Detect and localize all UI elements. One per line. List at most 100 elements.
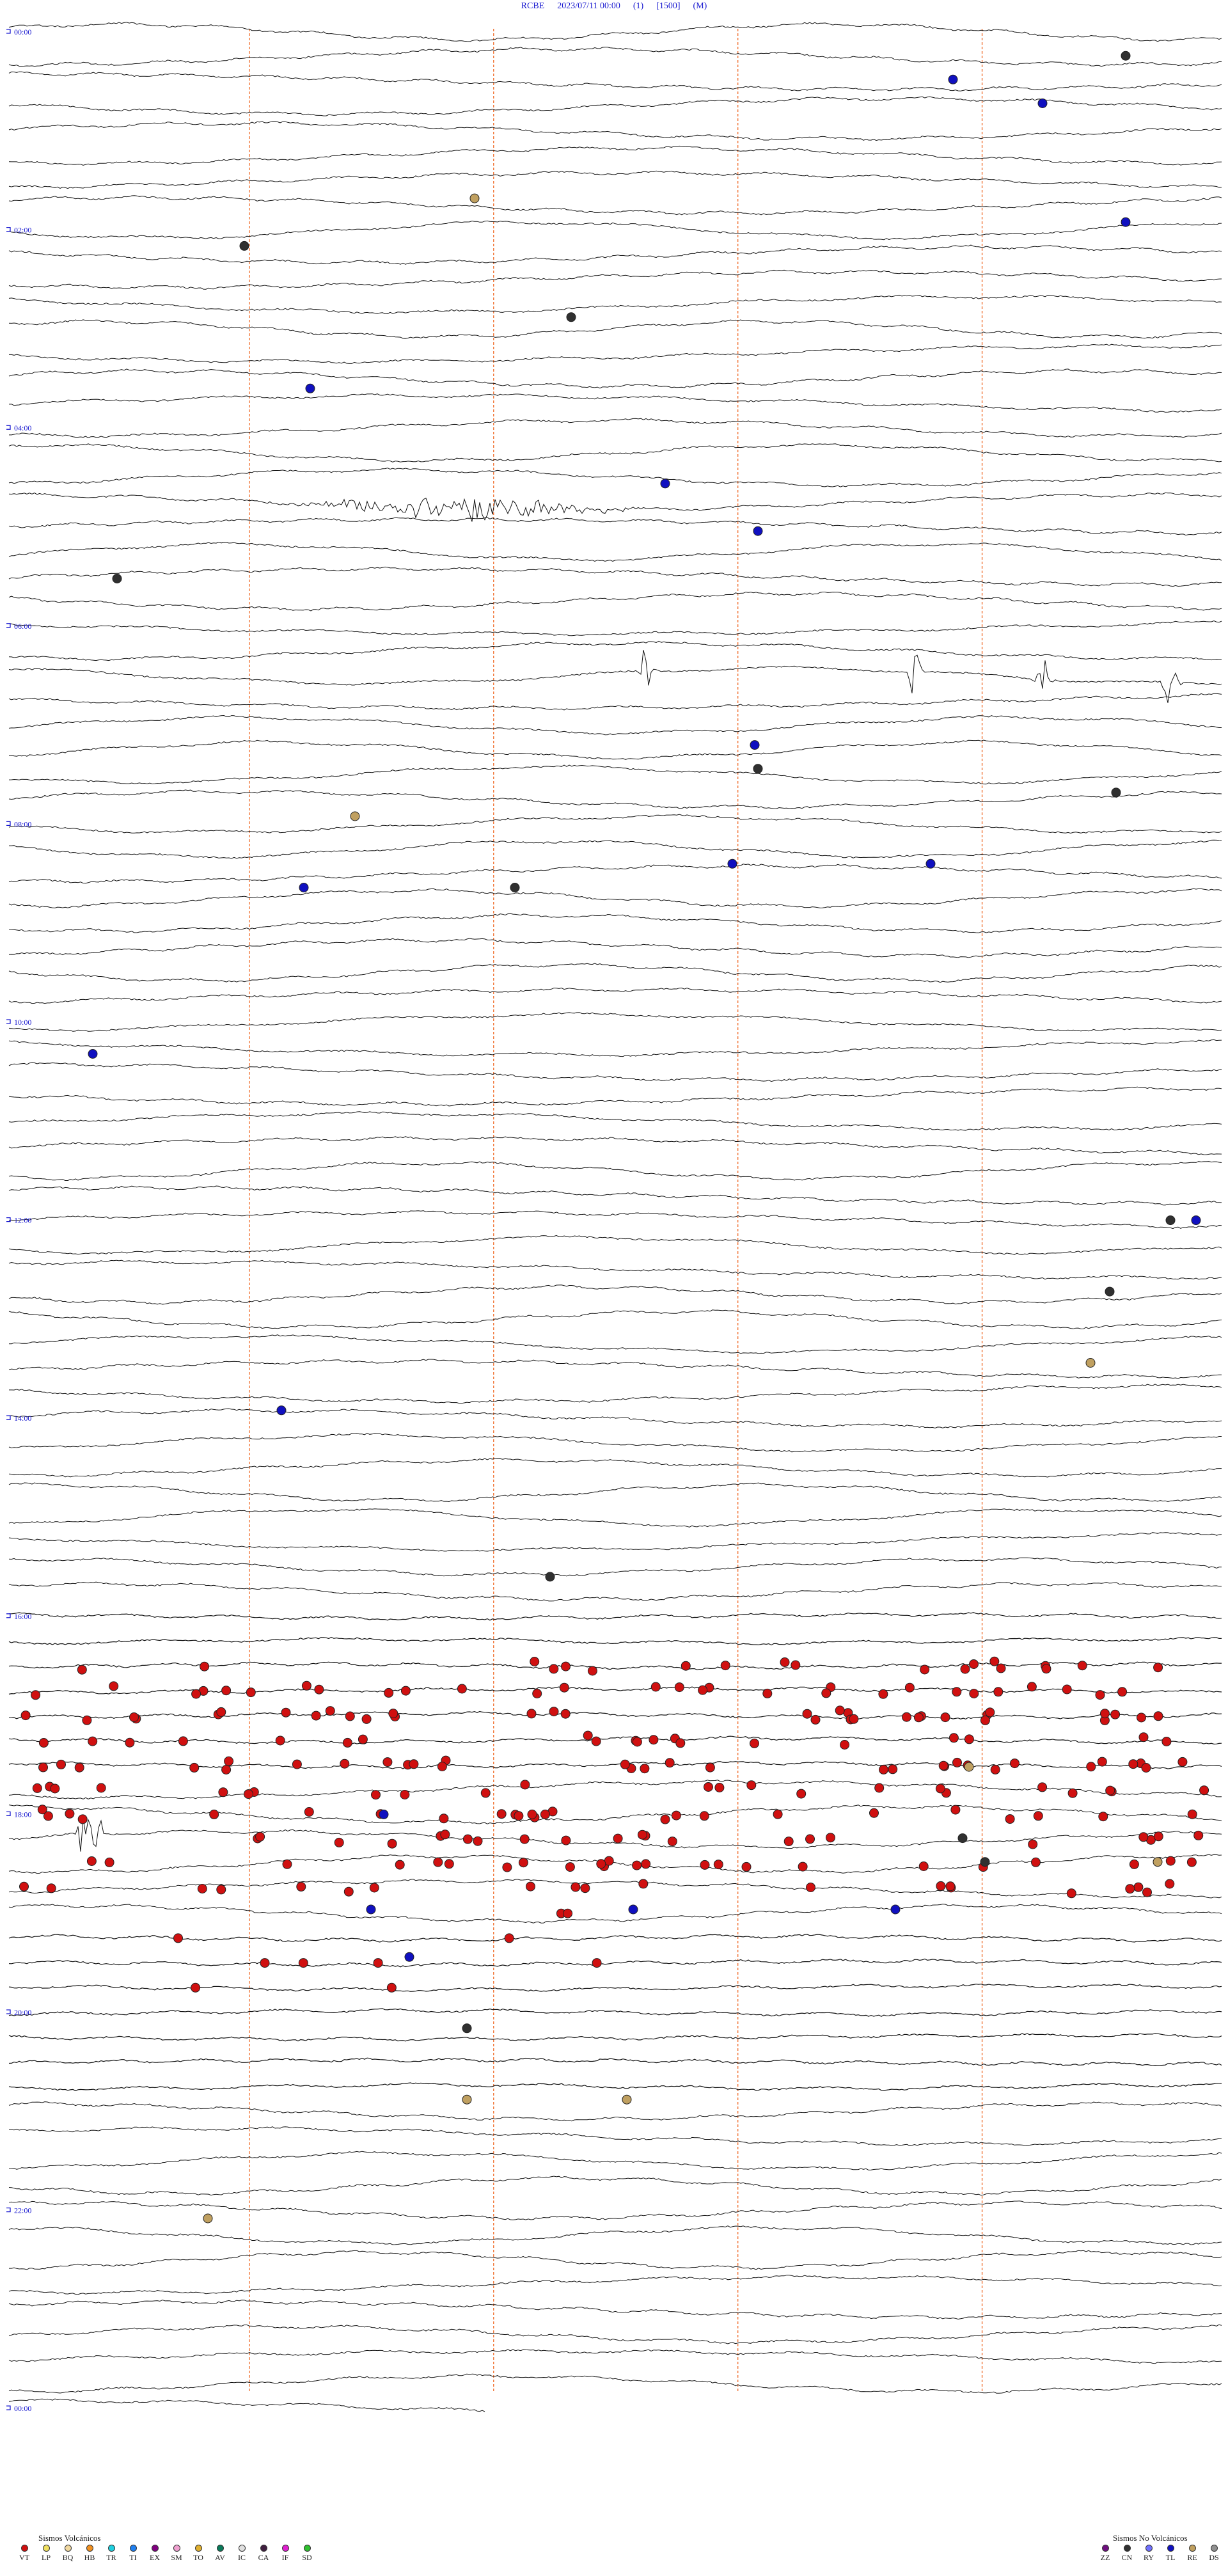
hour-tick bbox=[6, 821, 11, 826]
vt-event-marker bbox=[409, 1759, 419, 1769]
vt-event-marker bbox=[1010, 1758, 1019, 1769]
seismic-trace bbox=[8, 814, 1222, 834]
legend-item-ca: CA bbox=[255, 2545, 272, 2563]
vt-event-marker bbox=[1031, 1857, 1041, 1867]
tl-event-marker bbox=[890, 1904, 901, 1915]
seismic-trace bbox=[8, 2126, 1222, 2146]
vt-event-marker bbox=[580, 1883, 590, 1893]
vt-event-marker bbox=[1187, 1809, 1197, 1819]
hour-label: 02:00 bbox=[14, 226, 31, 235]
seismic-trace bbox=[8, 1879, 1222, 1899]
vt-event-marker bbox=[473, 1836, 483, 1846]
vt-event-marker bbox=[373, 1958, 383, 1968]
seismic-trace bbox=[8, 1735, 1222, 1745]
re-event-marker bbox=[964, 1762, 974, 1772]
vt-event-marker bbox=[640, 1764, 650, 1774]
hour-tick bbox=[6, 2405, 11, 2410]
vt-event-marker bbox=[395, 1860, 405, 1870]
vt-event-marker bbox=[369, 1883, 379, 1893]
tl-event-marker bbox=[925, 858, 936, 869]
vt-event-marker bbox=[720, 1661, 730, 1671]
vt-event-marker bbox=[197, 1884, 207, 1893]
vt-event-marker bbox=[791, 1660, 801, 1670]
seismic-trace bbox=[8, 1686, 1222, 1695]
vt-event-marker bbox=[480, 1788, 491, 1798]
vt-event-marker bbox=[1153, 1831, 1163, 1842]
hour-tick bbox=[6, 2207, 11, 2213]
legend-code: DS bbox=[1209, 2553, 1219, 2562]
vt-event-marker bbox=[1095, 1690, 1105, 1700]
seismic-trace bbox=[9, 344, 1222, 364]
vt-event-marker bbox=[667, 1837, 677, 1847]
tl-event-marker bbox=[1191, 1215, 1201, 1226]
vt-event-marker bbox=[549, 1707, 559, 1717]
seismic-trace bbox=[8, 1359, 1222, 1379]
vt-event-marker bbox=[275, 1735, 285, 1746]
seismic-trace bbox=[8, 170, 1222, 189]
vt-event-marker bbox=[671, 1810, 681, 1821]
vt-event-marker bbox=[384, 1687, 394, 1698]
hour-tick bbox=[6, 1217, 11, 1222]
vt-event-marker bbox=[805, 1834, 815, 1844]
vt-event-marker bbox=[591, 1736, 601, 1746]
vt-event-marker bbox=[1066, 1888, 1076, 1899]
vt-event-marker bbox=[746, 1780, 757, 1790]
vt-event-marker bbox=[632, 1860, 642, 1870]
tl-event-marker bbox=[628, 1904, 638, 1915]
seismic-trace bbox=[8, 987, 1222, 1004]
legend-swatch bbox=[238, 2545, 246, 2552]
vt-event-marker bbox=[1193, 1830, 1204, 1840]
vt-event-marker bbox=[244, 1789, 253, 1799]
seismic-trace bbox=[9, 418, 1222, 439]
seismic-trace bbox=[8, 1532, 1222, 1552]
legend-swatch bbox=[173, 2545, 180, 2552]
legend-swatch bbox=[129, 2545, 137, 2552]
hour-label: 14:00 bbox=[14, 1414, 31, 1423]
vt-event-marker bbox=[945, 1881, 956, 1892]
vt-event-marker bbox=[888, 1764, 898, 1774]
vt-event-marker bbox=[1165, 1879, 1175, 1889]
hour-label: 06:00 bbox=[14, 622, 31, 631]
seismic-trace bbox=[8, 1062, 1222, 1082]
vt-event-marker bbox=[311, 1711, 321, 1721]
vt-event-marker bbox=[1097, 1757, 1107, 1767]
seismic-trace bbox=[8, 244, 1222, 265]
legend-swatch bbox=[194, 2545, 202, 2552]
tl-event-marker bbox=[750, 740, 760, 750]
vt-event-marker bbox=[65, 1808, 75, 1819]
seismic-trace bbox=[8, 2349, 1222, 2364]
legend-item-vt: VT bbox=[15, 2545, 33, 2563]
cn-event-marker bbox=[980, 1857, 990, 1867]
vt-event-marker bbox=[561, 1661, 571, 1671]
vt-event-marker bbox=[1110, 1709, 1121, 1719]
seismic-trace bbox=[8, 443, 1222, 462]
seismic-trace bbox=[8, 1210, 1222, 1229]
vt-event-marker bbox=[437, 1762, 447, 1771]
vt-event-marker bbox=[561, 1835, 571, 1845]
vt-event-marker bbox=[1138, 1832, 1149, 1842]
vt-event-marker bbox=[583, 1730, 593, 1741]
vt-event-marker bbox=[216, 1885, 226, 1895]
re-event-marker bbox=[1153, 1857, 1163, 1867]
vt-event-marker bbox=[1137, 1712, 1146, 1723]
vt-event-marker bbox=[674, 1682, 684, 1693]
event-markers bbox=[19, 51, 1209, 2224]
tl-event-marker bbox=[1037, 99, 1048, 108]
re-event-marker bbox=[469, 193, 480, 203]
vt-event-marker bbox=[950, 1805, 961, 1815]
seismic-trace bbox=[8, 1934, 1222, 1943]
vt-event-marker bbox=[56, 1759, 66, 1769]
vt-event-marker bbox=[826, 1833, 835, 1843]
cn-event-marker bbox=[462, 2023, 472, 2034]
vt-event-marker bbox=[361, 1714, 372, 1724]
vt-event-marker bbox=[504, 1933, 514, 1943]
seismic-trace bbox=[8, 1904, 1222, 1924]
cn-event-marker bbox=[957, 1833, 968, 1844]
vt-event-marker bbox=[540, 1809, 550, 1819]
seismic-trace bbox=[8, 764, 1222, 785]
vt-event-marker bbox=[216, 1707, 226, 1717]
vt-event-marker bbox=[1199, 1785, 1209, 1796]
seismic-trace bbox=[8, 195, 1222, 216]
vt-event-marker bbox=[88, 1736, 98, 1746]
seismic-trace bbox=[8, 1161, 1222, 1181]
